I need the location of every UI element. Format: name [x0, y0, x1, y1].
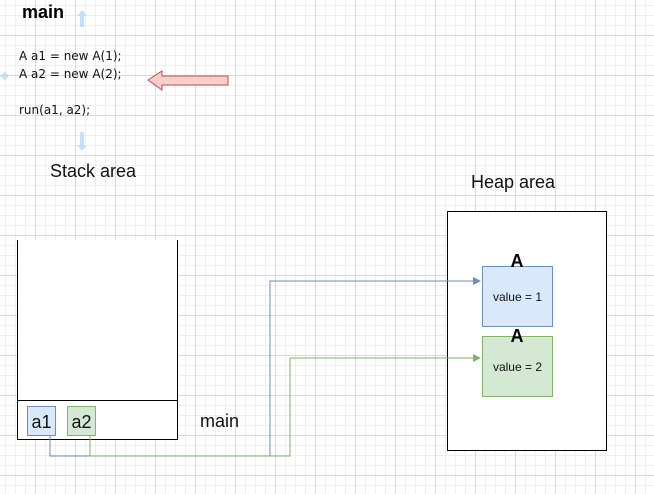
connector-a1-to-object-1[interactable]: [49, 277, 481, 457]
connector-a2-to-object-2[interactable]: [89, 354, 481, 457]
diagram-canvas: main A a1 = new A(1); A a2 = new A(2); r…: [0, 0, 654, 494]
reference-connectors: [49, 277, 481, 457]
